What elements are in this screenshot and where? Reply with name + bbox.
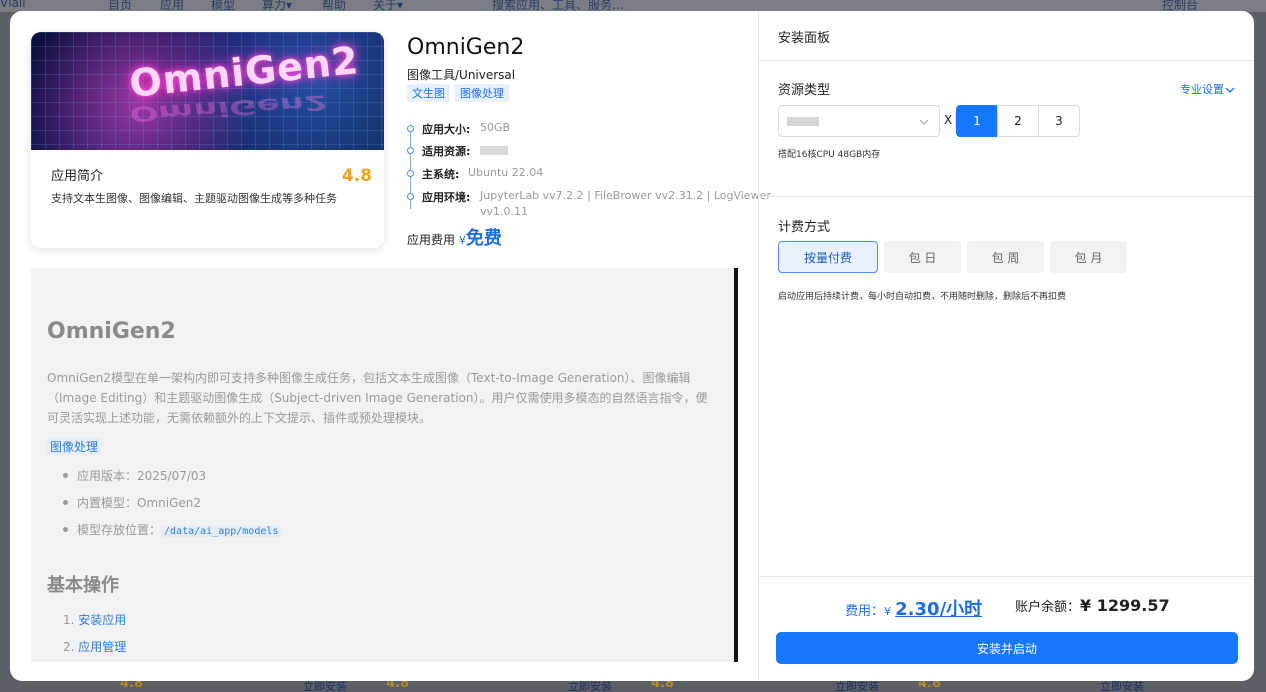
balance-label: 账户余额： [1015, 600, 1081, 615]
intro-title: 应用简介 [51, 169, 104, 184]
account-balance: 账户余额：¥ 1299.57 [1015, 596, 1170, 615]
app-detail-pane: OmniGen2 OmniGen2 应用简介 4.8 支持文本生图像、图像编辑、… [10, 11, 771, 681]
step-number: 1. [63, 613, 75, 627]
spec-label: 应用环境: [422, 191, 471, 204]
count-option-3[interactable]: 3 [1038, 105, 1080, 137]
resource-select[interactable] [778, 105, 940, 137]
tag-image-processing[interactable]: 图像处理 [455, 84, 509, 102]
spec-value: 50GB [480, 121, 511, 134]
chevron-down-icon [1225, 87, 1235, 93]
chevron-down-icon [919, 119, 929, 125]
install-and-start-button[interactable]: 安装并启动 [776, 632, 1238, 664]
fee-value: 免费 [465, 228, 502, 249]
resource-type-title: 资源类型 [778, 83, 831, 98]
bullet-text: 应用版本：2025/07/03 [77, 469, 207, 483]
cost-currency: ¥ [884, 605, 892, 618]
billing-weekly[interactable]: 包 周 [967, 241, 1044, 273]
spec-label: 主系统: [422, 168, 460, 181]
step-link-install[interactable]: 安装应用 [78, 613, 126, 627]
spec-label: 适用资源: [422, 145, 471, 158]
spec-value-cont: vv1.0.11 [480, 205, 529, 218]
cost-label: 费用： [845, 604, 885, 619]
doc-tag-chip: 图像处理 [47, 438, 102, 455]
divider [759, 576, 1254, 577]
pro-settings-link[interactable]: 专业设置 [1180, 81, 1235, 97]
doc-section-title: 基本操作 [47, 575, 119, 596]
app-banner-image: OmniGen2 OmniGen2 [31, 32, 384, 150]
list-item: 应用版本：2025/07/03 [61, 467, 281, 494]
app-documentation[interactable]: OmniGen2 OmniGen2模型在单一架构内即可支持多种图像生成任务，包括… [31, 268, 738, 662]
spec-label: 应用大小: [422, 123, 471, 136]
cost-rate: 2.30/小时 [895, 599, 983, 620]
panel-title: 安装面板 [778, 31, 831, 46]
app-fee: 应用费用 ¥免费 [407, 224, 502, 250]
billing-options: 按量付费 包 日 包 周 包 月 [778, 241, 1127, 273]
doc-steps-list: 1. 安装应用 2. 应用管理 [63, 611, 126, 662]
count-option-1[interactable]: 1 [956, 105, 998, 137]
fee-currency: ¥ [458, 234, 466, 247]
timeline-dot [407, 147, 414, 154]
list-item: 内置模型：OmniGen2 [61, 494, 281, 521]
balance-value: ¥ 1299.57 [1080, 596, 1170, 615]
install-panel: 安装面板 资源类型 专业设置 X 1 2 3 搭配16核CPU 48GB内存 计… [758, 11, 1254, 681]
app-card: OmniGen2 OmniGen2 应用简介 4.8 支持文本生图像、图像编辑、… [31, 32, 384, 248]
fee-label: 应用费用 [407, 233, 456, 247]
models-path-code: /data/ai_app/models [161, 526, 282, 537]
cost-summary: 费用：¥ 2.30/小时 [845, 595, 982, 621]
bullet-text: 模型存放位置： [77, 523, 162, 537]
app-category: 图像工具/Universal [407, 68, 516, 82]
redacted-block [480, 145, 508, 155]
billing-daily[interactable]: 包 日 [884, 241, 961, 273]
spec-value-redacted [480, 143, 508, 156]
timeline-dot [407, 193, 414, 200]
tag-list: 文生图 图像处理 [407, 84, 509, 102]
instance-count-group: 1 2 3 [956, 105, 1080, 137]
list-item: 2. 应用管理 [63, 638, 126, 662]
pro-settings-label: 专业设置 [1180, 83, 1224, 96]
list-item: 1. 安装应用 [63, 611, 126, 638]
install-modal: OmniGen2 OmniGen2 应用简介 4.8 支持文本生图像、图像编辑、… [10, 11, 1254, 681]
billing-monthly[interactable]: 包 月 [1050, 241, 1127, 273]
timeline-dot [407, 125, 414, 132]
redacted-block [787, 117, 819, 126]
doc-bullet-list: 应用版本：2025/07/03 内置模型：OmniGen2 模型存放位置：/da… [61, 467, 282, 548]
multiply-symbol: X [944, 113, 953, 127]
brand-fragment: Vlall [0, 0, 26, 10]
intro-description: 支持文本生图像、图像编辑、主题驱动图像生成等多种任务 [51, 192, 337, 205]
doc-title: OmniGen2 [47, 319, 176, 344]
divider [759, 60, 1254, 61]
app-name: OmniGen2 [407, 35, 525, 60]
step-number: 2. [63, 640, 75, 654]
spec-value: Ubuntu 22.04 [468, 166, 544, 179]
step-link-manage[interactable]: 应用管理 [78, 640, 126, 654]
resource-spec-note: 搭配16核CPU 48GB内存 [778, 150, 881, 160]
billing-pay-as-you-go[interactable]: 按量付费 [778, 241, 878, 273]
doc-paragraph: OmniGen2模型在单一架构内即可支持多种图像生成任务，包括文本生成图像（Te… [47, 371, 708, 425]
count-option-2[interactable]: 2 [997, 105, 1039, 137]
billing-note: 启动应用后持续计费，每小时自动扣费，不用随时删除，删除后不再扣费 [778, 292, 1067, 302]
divider [759, 196, 1254, 197]
tag-text-to-image[interactable]: 文生图 [407, 84, 450, 102]
spec-value: JupyterLab vv7.2.2 | FileBrower vv2.31.2… [480, 189, 771, 202]
rating-score: 4.8 [341, 166, 372, 186]
billing-title: 计费方式 [778, 220, 831, 235]
list-item: 模型存放位置：/data/ai_app/models [61, 521, 282, 548]
timeline-dot [407, 170, 414, 177]
bullet-text: 内置模型：OmniGen2 [77, 496, 201, 510]
